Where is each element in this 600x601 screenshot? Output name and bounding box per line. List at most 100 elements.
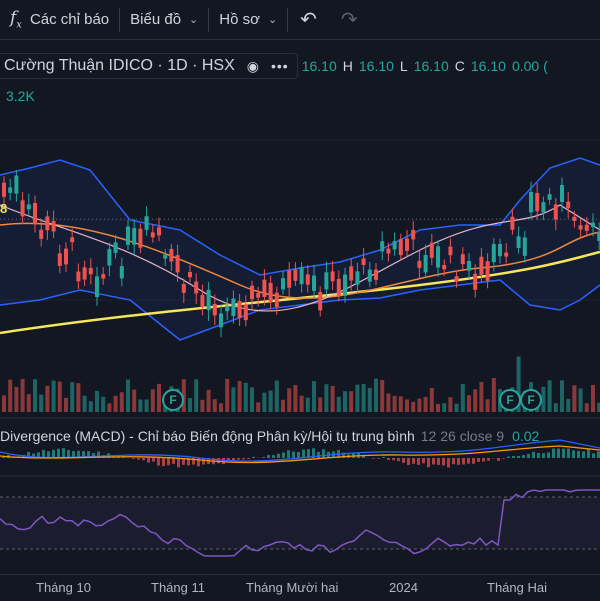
candle-body [591, 223, 595, 228]
candle-body [238, 301, 242, 318]
candle-body [138, 229, 142, 248]
volume-bar [368, 388, 372, 412]
candle-body [566, 202, 570, 208]
macd-histogram-bar [222, 458, 225, 464]
volume-bar [200, 400, 204, 412]
more-icon[interactable]: ••• [271, 58, 289, 74]
volume-bar [579, 388, 583, 412]
volume-bar [455, 404, 459, 412]
macd-histogram-bar [462, 458, 465, 465]
macd-histogram-bar [562, 449, 565, 458]
volume-bar [145, 399, 149, 412]
low-value: 16.10 [414, 58, 449, 74]
volume-bar [95, 391, 99, 412]
candle-body [231, 299, 235, 317]
macd-histogram-bar [377, 458, 380, 459]
volume-bar [262, 393, 266, 412]
volume-bar [405, 399, 409, 412]
volume-bar [424, 397, 428, 412]
close-value: 16.10 [471, 58, 506, 74]
volume-bar [355, 385, 359, 412]
volume-bar [393, 396, 397, 412]
macd-histogram-bar [452, 458, 455, 464]
candle-body [572, 217, 576, 221]
volume-bar [225, 379, 229, 412]
macd-histogram-bar [237, 458, 240, 460]
macd-histogram-bar [502, 458, 505, 459]
candle-body [523, 237, 527, 255]
macd-histogram-bar [217, 458, 220, 463]
volume-bar [70, 382, 74, 412]
macd-histogram-bar [482, 458, 485, 462]
candle-body [244, 304, 248, 320]
macd-title: Divergence (MACD) - Chỉ báo Biến động Ph… [0, 428, 415, 444]
candle-body [424, 255, 428, 273]
volume-bar [548, 380, 552, 412]
candle-body [492, 244, 496, 262]
candle-body [194, 282, 198, 294]
time-axis[interactable]: Tháng 10 Tháng 11 Tháng Mười hai 2024 Th… [0, 574, 600, 601]
candle-body [541, 202, 545, 212]
candle-body [250, 286, 254, 299]
volume-bar [585, 403, 589, 412]
candle-body [318, 292, 322, 310]
volume-bar [107, 403, 111, 412]
volume-bar [256, 402, 260, 412]
macd-params: 12 26 close 9 [421, 428, 504, 444]
candle-body [145, 216, 149, 230]
open-value: 16.10 [302, 58, 337, 74]
volume-bar [269, 391, 273, 412]
symbol-title-box[interactable]: Cường Thuận IDICO · 1D · HSX ◉ ••• [0, 53, 298, 79]
candle-body [486, 261, 490, 281]
macd-value: 0.02 [512, 428, 539, 444]
dividend-event-badge[interactable]: F [162, 389, 184, 411]
macd-histogram-bar [2, 457, 5, 458]
volume-value: 3.2K [6, 88, 35, 104]
dividend-event-badge[interactable]: F [499, 389, 521, 411]
candle-body [126, 226, 130, 244]
macd-histogram-bar [432, 458, 435, 464]
candle-body [2, 183, 6, 197]
macd-histogram-bar [147, 458, 150, 463]
volume-bar [126, 380, 130, 412]
macd-histogram-bar [552, 449, 555, 458]
candle-body [213, 304, 217, 315]
macd-histogram-bar [262, 457, 265, 458]
candle-body [504, 253, 508, 257]
dividend-event-badge[interactable]: F [520, 389, 542, 411]
bollinger-fill [0, 158, 600, 340]
time-axis-label: Tháng Hai [487, 580, 547, 595]
eye-icon[interactable]: ◉ [247, 58, 259, 75]
volume-bar [33, 379, 37, 412]
candle-body [281, 278, 285, 289]
candle-body [368, 270, 372, 282]
candle-body [548, 194, 552, 200]
candle-body [176, 255, 180, 272]
macd-legend[interactable]: Divergence (MACD) - Chỉ báo Biến động Ph… [0, 428, 539, 444]
macd-histogram-bar [162, 458, 165, 466]
candle-body [436, 246, 440, 267]
price-chart-canvas[interactable] [0, 0, 600, 574]
macd-histogram-bar [537, 453, 540, 458]
macd-histogram-bar [592, 453, 595, 458]
candle-body [535, 193, 539, 211]
close-key: C [455, 58, 465, 74]
volume-bar [430, 388, 434, 412]
macd-histogram-bar [387, 458, 390, 460]
macd-histogram-bar [582, 451, 585, 458]
volume-bar [281, 400, 285, 412]
candle-body [430, 243, 434, 258]
macd-histogram-bar [442, 458, 445, 465]
time-axis-label: Tháng Mười hai [246, 580, 338, 595]
macd-histogram-bar [477, 458, 480, 462]
macd-histogram-bar [172, 458, 175, 464]
macd-histogram-bar [297, 452, 300, 458]
volume-bar [83, 396, 87, 412]
macd-histogram-bar [167, 458, 170, 465]
macd-histogram-bar [322, 449, 325, 458]
candle-body [473, 274, 477, 290]
macd-histogram-bar [447, 458, 450, 468]
macd-histogram-bar [497, 458, 500, 461]
candle-body [554, 204, 558, 219]
volume-bar [114, 396, 118, 412]
